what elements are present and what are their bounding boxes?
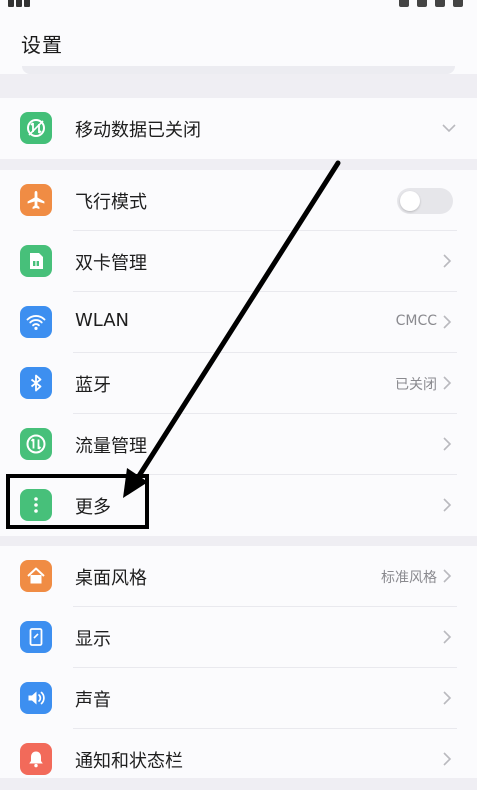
bluetooth-icon: [20, 367, 52, 399]
settings-item-airplane-mode[interactable]: 飞行模式: [0, 170, 477, 231]
settings-item-mobile-data[interactable]: 移动数据已关闭: [0, 98, 477, 159]
chevron-down-icon: [442, 124, 456, 133]
chevron-right-icon: [443, 498, 452, 512]
status-icons: [391, 0, 463, 7]
chevron-right-icon: [443, 630, 452, 644]
chevron-right-icon: [443, 569, 452, 583]
settings-item-label: 声音: [75, 690, 111, 711]
settings-item-label: 飞行模式: [75, 192, 147, 213]
settings-item-label: 移动数据已关闭: [75, 120, 201, 141]
page-title: 设置: [21, 33, 63, 57]
settings-item-label: 通知和状态栏: [75, 751, 183, 772]
settings-item-label: 显示: [75, 629, 111, 650]
home-screen-style-value: 标准风格: [381, 570, 437, 586]
chevron-right-icon: [443, 376, 452, 390]
display-icon: [20, 621, 52, 653]
settings-item-label: 双卡管理: [75, 253, 147, 274]
status-bar: [0, 0, 477, 14]
settings-item-sound[interactable]: 声音: [0, 668, 477, 729]
wifi-icon: [20, 306, 52, 338]
settings-item-label: 蓝牙: [75, 375, 111, 396]
chevron-right-icon: [443, 691, 452, 705]
sim-card-icon: [20, 245, 52, 277]
settings-item-wlan[interactable]: WLAN CMCC: [0, 292, 477, 353]
chevron-right-icon: [443, 752, 452, 766]
notification-icon: [20, 743, 52, 775]
section-personalization: 桌面风格 标准风格 显示 声音 通知和状态栏: [0, 546, 477, 778]
settings-item-data-usage[interactable]: 流量管理: [0, 414, 477, 475]
chevron-right-icon: [443, 437, 452, 451]
settings-item-dual-sim[interactable]: 双卡管理: [0, 231, 477, 292]
header: 设置: [0, 14, 477, 74]
settings-item-notifications[interactable]: 通知和状态栏: [0, 729, 477, 790]
home-screen-icon: [20, 560, 52, 592]
section-mobile-data: 移动数据已关闭: [0, 98, 477, 159]
mobile-data-icon: [20, 112, 52, 144]
settings-item-label: 流量管理: [75, 436, 147, 457]
airplane-mode-toggle[interactable]: [397, 188, 453, 214]
data-usage-icon: [20, 428, 52, 460]
settings-item-bluetooth[interactable]: 蓝牙 已关闭: [0, 353, 477, 414]
chevron-right-icon: [443, 315, 452, 329]
sound-icon: [20, 682, 52, 714]
toggle-knob: [400, 191, 420, 211]
settings-item-home-screen-style[interactable]: 桌面风格 标准风格: [0, 546, 477, 607]
settings-item-display[interactable]: 显示: [0, 607, 477, 668]
settings-item-label: 桌面风格: [75, 568, 147, 589]
wlan-network-value: CMCC: [395, 313, 437, 329]
search-bar-edge[interactable]: [22, 66, 455, 74]
annotation-highlight-box: [6, 474, 149, 529]
chevron-right-icon: [443, 254, 452, 268]
airplane-icon: [20, 184, 52, 216]
signal-icon: [8, 0, 48, 7]
bluetooth-status-value: 已关闭: [395, 377, 437, 393]
settings-item-label: WLAN: [75, 310, 130, 331]
